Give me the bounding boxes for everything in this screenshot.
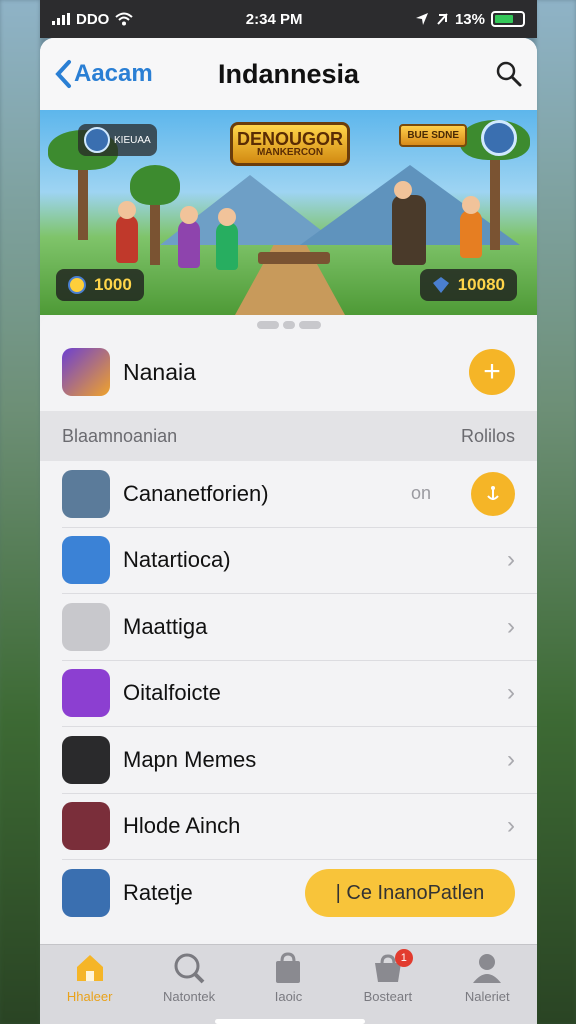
chevron-right-icon: ›: [507, 612, 515, 640]
chevron-right-icon: ›: [507, 745, 515, 773]
list-item-label: Ratetje: [123, 880, 193, 906]
search-icon: [174, 953, 205, 984]
tab-cart[interactable]: 1 Bosteart: [343, 949, 433, 1004]
list-item[interactable]: Hlode Ainch ›: [62, 794, 537, 860]
app-icon: [62, 348, 110, 396]
location-icon: [415, 13, 428, 25]
signal-icon: [52, 13, 70, 25]
featured-label: Nanaia: [123, 358, 196, 385]
tab-label: Natontek: [163, 989, 216, 1004]
app-icon: [62, 669, 110, 718]
tab-profile[interactable]: Naleriet: [442, 951, 532, 1004]
list-item-label: Oitalfoicte: [123, 680, 221, 706]
anchor-button[interactable]: [471, 471, 515, 516]
anchor-icon: [487, 485, 499, 500]
tab-label: Bosteart: [363, 989, 413, 1004]
tab-label: Hhaleer: [66, 989, 113, 1004]
content-sheet: Nanaia + Blaamnoanian Rolilos Cananetfor…: [40, 315, 537, 1024]
page-indicator[interactable]: [40, 315, 537, 333]
clock: 2:34 PM: [245, 10, 303, 28]
list-item[interactable]: Oitalfoicte ›: [62, 661, 537, 727]
game-character: [178, 206, 200, 268]
rotation-lock-icon: [437, 13, 448, 25]
event-tag: BUE SDNE: [399, 124, 467, 147]
notification-badge: 1: [394, 949, 413, 967]
featured-row[interactable]: Nanaia +: [40, 333, 537, 411]
chevron-right-icon: ›: [507, 546, 515, 574]
app-screen: Aacam Indannesia KIEUAA DENOUGOR MANKERC…: [40, 38, 537, 1024]
avatar[interactable]: [481, 120, 517, 156]
tab-label: Naleriet: [464, 989, 510, 1004]
game-banner[interactable]: KIEUAA DENOUGOR MANKERCON BUE SDNE 1000 …: [40, 110, 537, 315]
add-button[interactable]: +: [469, 349, 515, 395]
chevron-left-icon: [55, 60, 71, 88]
section-header: Blaamnoanian Rolilos: [40, 411, 537, 461]
player-chip: KIEUAA: [78, 124, 157, 156]
back-button[interactable]: Aacam: [54, 59, 153, 89]
section-title: Blaamnoanian: [62, 425, 178, 446]
list-item[interactable]: Mapn Memes ›: [62, 727, 537, 794]
list-item[interactable]: Maattiga ›: [62, 594, 537, 661]
tab-bag[interactable]: Iaoic: [243, 951, 333, 1004]
status-label: on: [410, 483, 431, 504]
bridge: [258, 252, 330, 264]
app-icon: [62, 536, 110, 585]
navigation-bar: Aacam Indannesia: [40, 38, 537, 110]
list-item-label: Natartioca): [123, 547, 231, 573]
app-icon: [62, 802, 110, 851]
coin-count: 1000: [94, 275, 132, 294]
chevron-right-icon: ›: [507, 812, 515, 840]
back-label: Aacam: [74, 60, 153, 87]
cta-button[interactable]: | Ce InanoPatlen: [305, 869, 515, 918]
game-character: [116, 201, 138, 263]
battery-percent: 13%: [454, 10, 485, 28]
app-list: Cananetforien) on Natartioca) › Maattiga: [40, 461, 537, 927]
tab-bar: Hhaleer Natontek Iaoic 1 Bosteart Naleri…: [40, 944, 537, 1024]
list-item-label: Cananetforien): [123, 480, 269, 506]
search-icon[interactable]: [495, 60, 523, 88]
app-icon: [62, 469, 110, 518]
game-character: [460, 196, 482, 258]
game-character: [392, 181, 426, 265]
gem-icon: [432, 277, 449, 293]
game-logo: DENOUGOR MANKERCON: [230, 122, 350, 166]
gem-count: 10080: [457, 275, 505, 294]
status-bar: DDO 2:34 PM 13%: [40, 0, 537, 38]
carrier-label: DDO: [76, 10, 110, 28]
tab-label: Iaoic: [274, 989, 303, 1004]
section-action[interactable]: Rolilos: [461, 426, 515, 447]
backdrop-left: [0, 0, 40, 1024]
coin-icon: [68, 276, 86, 294]
app-icon: [62, 602, 110, 651]
list-item[interactable]: Cananetforien) on: [62, 461, 537, 528]
list-item-label: Mapn Memes: [123, 746, 257, 772]
home-indicator: [215, 1019, 365, 1024]
bag-icon: [276, 952, 301, 983]
game-logo-subtitle: MANKERCON: [256, 147, 324, 158]
app-icon: [62, 869, 110, 918]
wifi-icon: [115, 12, 134, 26]
avatar: [84, 127, 110, 153]
tab-search[interactable]: Natontek: [144, 951, 234, 1004]
home-icon: [76, 955, 103, 981]
list-item[interactable]: Natartioca) ›: [62, 528, 537, 594]
gem-counter: 10080: [419, 269, 517, 301]
tab-home[interactable]: Hhaleer: [45, 951, 135, 1004]
profile-icon: [473, 954, 502, 983]
chevron-right-icon: ›: [507, 679, 515, 707]
list-item[interactable]: Ratetje | Ce InanoPatlen: [62, 860, 537, 927]
list-item-label: Maattiga: [123, 613, 208, 639]
list-item-label: Hlode Ainch: [123, 813, 241, 839]
battery-icon: [490, 11, 525, 27]
backdrop-right: [536, 0, 576, 1024]
game-logo-title: DENOUGOR: [236, 129, 343, 149]
game-character: [216, 208, 238, 270]
coin-counter: 1000: [56, 269, 144, 301]
app-icon: [62, 735, 110, 784]
player-chip-label: KIEUAA: [114, 134, 151, 146]
